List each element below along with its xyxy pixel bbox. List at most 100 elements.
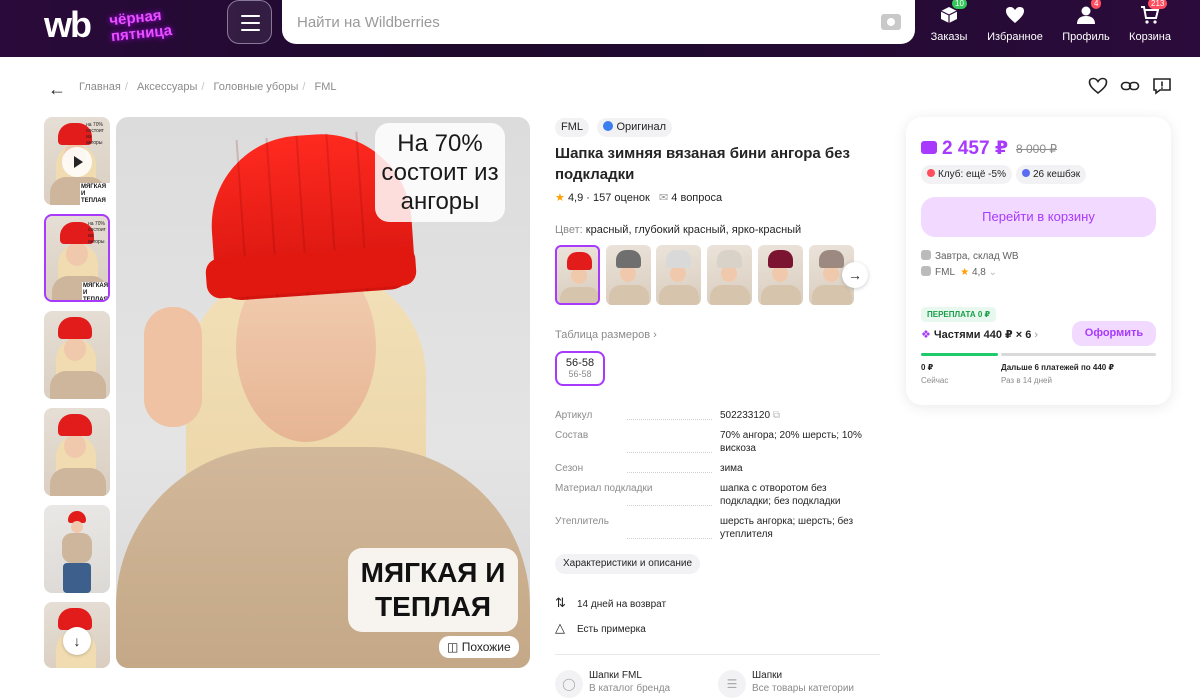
favorite-heart-icon[interactable]	[1088, 77, 1108, 100]
progress-remaining	[1001, 353, 1156, 356]
layers-icon: ☰	[718, 670, 746, 698]
crumb-home[interactable]: Главная	[79, 81, 121, 93]
menu-icon-line	[241, 22, 260, 24]
product-tags: FML Оригинал	[555, 117, 676, 137]
copy-icon[interactable]: ⧉	[773, 410, 780, 421]
thumbnail[interactable]	[44, 311, 110, 399]
swatch-hat	[768, 250, 793, 268]
characteristics-button[interactable]: Характеристики и описание	[555, 554, 701, 574]
delivery-text: Завтра, склад WB	[935, 251, 1019, 262]
color-swatch[interactable]	[606, 245, 651, 305]
questions-count: 4 вопроса	[671, 192, 723, 204]
search-input[interactable]	[297, 12, 857, 32]
color-swatch[interactable]	[758, 245, 803, 305]
pay-now-amount: 0 ₽	[921, 363, 934, 372]
spec-value: зима	[720, 463, 743, 474]
back-arrow-icon[interactable]: ←	[48, 79, 66, 100]
header: wb чёрная пятница 10 Заказы Избранное 4 …	[0, 0, 1200, 57]
rating-line[interactable]: ★ 4,9 · 157 оценок ✉ 4 вопроса	[555, 191, 722, 204]
spec-row: Сезон зима	[555, 462, 875, 475]
size-option[interactable]: 56-58 56-58	[555, 351, 605, 386]
heart-icon	[1006, 7, 1024, 23]
return-icon: ⇅	[555, 595, 566, 610]
seller-info[interactable]: FML ★ 4,8 ⌄	[921, 266, 997, 278]
cashback-pill[interactable]: 26 кешбэк	[1016, 165, 1087, 184]
swatch-body	[710, 285, 750, 305]
return-text: 14 дней на возврат	[577, 599, 667, 610]
share-link-icon[interactable]	[1120, 77, 1140, 100]
size-table-link[interactable]: Таблица размеров ›	[555, 329, 657, 341]
article-number: 502233120	[720, 410, 771, 421]
checkout-button[interactable]: Оформить	[1072, 321, 1156, 346]
similar-icon: ◫	[447, 640, 459, 654]
seller-rating: 4,8	[971, 267, 986, 278]
fitting-text: Есть примерка	[577, 624, 646, 635]
spec-list: Артикул 502233120 ⧉ Состав 70% ангора; 20%…	[555, 409, 875, 548]
main-product-image[interactable]: На 70% состоит из ангоры МЯГКАЯ И ТЕПЛАЯ…	[116, 117, 530, 668]
thumbnail[interactable]	[44, 505, 110, 593]
cashback-icon	[1022, 169, 1030, 177]
next-arrow-icon[interactable]: →	[842, 262, 868, 288]
category-link[interactable]: ☰ Шапки Все товары категории	[718, 670, 854, 698]
photo-hand	[144, 307, 202, 427]
verified-icon	[603, 121, 614, 131]
installments-link[interactable]: ❖ Частями 440 ₽ × 6 ›	[921, 328, 1038, 341]
crumb-brand[interactable]: FML	[315, 81, 337, 93]
pay-now-label: Сейчас	[921, 376, 949, 385]
brand-catalog-link[interactable]: ◯ Шапки FML В каталог бренда	[555, 670, 671, 698]
menu-button[interactable]	[227, 0, 272, 44]
scroll-down-icon[interactable]: ↓	[63, 627, 91, 655]
delivery-icon	[921, 250, 931, 260]
swatch-body	[609, 285, 649, 305]
logo-text: wb	[44, 4, 92, 45]
thumb-caption: на 70% состоит из ангоры	[88, 221, 106, 245]
reviews-count: 157 оценок	[593, 192, 650, 204]
nav-profile-label: Профиль	[1062, 31, 1110, 43]
seller-name: FML	[935, 267, 955, 278]
brand-catalog-sub: В каталог бренда	[589, 683, 671, 694]
nav-orders[interactable]: 10 Заказы	[928, 0, 970, 57]
swatch-body	[812, 285, 852, 305]
swatch-hat	[616, 250, 641, 268]
thumbnail[interactable]	[44, 408, 110, 496]
nav-favorites-label: Избранное	[987, 31, 1043, 43]
breadcrumb: Главная / Аксессуары / Головные уборы / FML	[79, 81, 341, 93]
play-icon[interactable]	[62, 147, 92, 177]
thumb-hat	[58, 414, 92, 436]
club-pill[interactable]: Клуб: ещё -5%	[921, 165, 1012, 184]
nav-profile[interactable]: 4 Профиль	[1060, 0, 1112, 57]
swatch-hat	[666, 250, 691, 268]
thumb-caption-2: МЯГКАЯ И ТЕПЛАЯ	[80, 183, 110, 205]
hanger-icon: △	[555, 620, 565, 635]
crumb-separator: /	[302, 81, 306, 93]
wb-logo[interactable]: wb чёрная пятница	[44, 4, 214, 45]
swatch-body	[761, 285, 801, 305]
camera-icon[interactable]	[881, 14, 901, 30]
spec-value: шерсть ангорка; шерсть; без утеплителя	[720, 516, 854, 540]
nav-cart[interactable]: 213 Корзина	[1126, 0, 1174, 57]
spec-key: Сезон	[555, 462, 720, 475]
questions-icon: ✉	[659, 192, 669, 204]
nav-favorites[interactable]: Избранное	[984, 0, 1046, 57]
thumb-face	[66, 242, 88, 266]
crumb-headwear[interactable]: Головные уборы	[214, 81, 299, 93]
brand-tag[interactable]: FML	[555, 118, 589, 137]
similar-button[interactable]: ◫ Похожие	[439, 636, 519, 658]
installments-text: Частями 440 ₽ × 6	[933, 329, 1032, 341]
swatch-body	[659, 285, 699, 305]
star-icon: ★	[960, 267, 970, 278]
feedback-icon[interactable]	[1152, 77, 1172, 100]
thumbnail[interactable]: на 70% состоит из ангоры МЯГКАЯ И ТЕПЛАЯ	[44, 117, 110, 205]
go-to-cart-button[interactable]: Перейти в корзину	[921, 197, 1156, 237]
color-swatch[interactable]	[555, 245, 600, 305]
crumb-accessories[interactable]: Аксессуары	[137, 81, 197, 93]
menu-icon	[241, 15, 260, 17]
thumb-face	[64, 434, 86, 458]
overpay-badge: ПЕРЕПЛАТА 0 ₽	[921, 307, 997, 322]
rating-value: 4,9	[567, 192, 584, 204]
thumbnail-selected[interactable]: на 70% состоит из ангоры МЯГКАЯ И ТЕПЛАЯ	[44, 214, 110, 302]
color-swatch[interactable]	[656, 245, 701, 305]
progress-paid	[921, 353, 998, 356]
color-swatch[interactable]	[707, 245, 752, 305]
overlay-caption-top: На 70% состоит из ангоры	[375, 123, 505, 222]
